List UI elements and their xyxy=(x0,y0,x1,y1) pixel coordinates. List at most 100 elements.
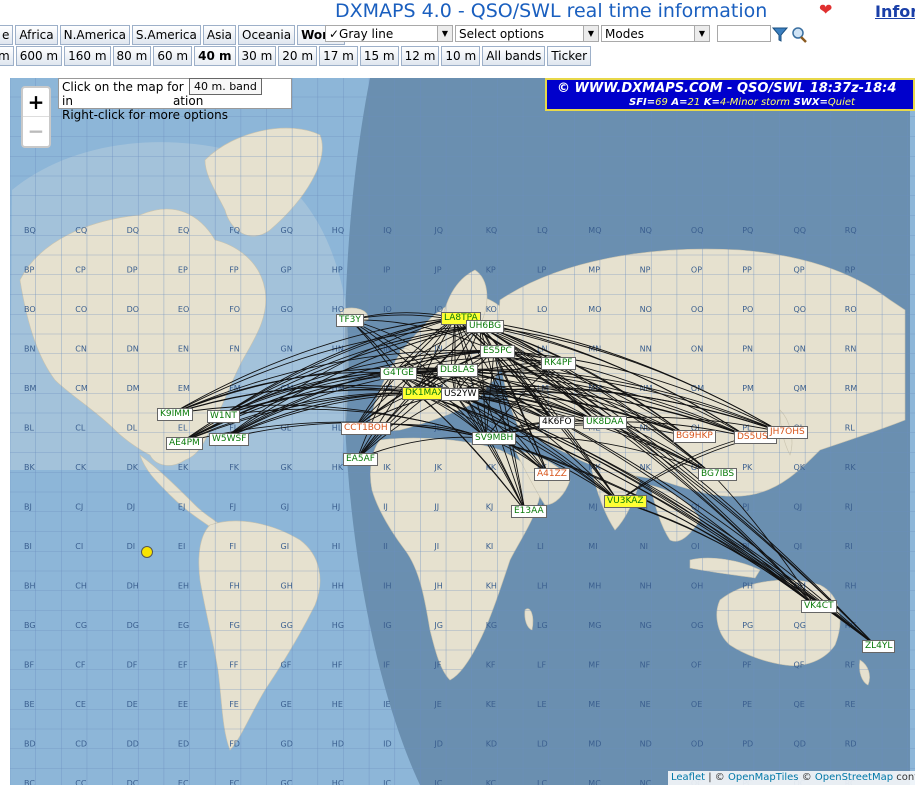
grid-square-label: RL xyxy=(845,424,856,433)
tab-region-south-america[interactable]: S.America xyxy=(131,25,201,45)
station-label[interactable]: A41ZZ xyxy=(534,468,570,481)
tab-band-10m[interactable]: 10 m xyxy=(441,46,481,66)
grid-square-label: IO xyxy=(383,305,392,314)
tab-band-600m[interactable]: 600 m xyxy=(15,46,63,66)
station-label[interactable]: US2YW xyxy=(441,388,480,401)
tab-region-north-america[interactable]: N.America xyxy=(59,25,130,45)
tab-band-15m[interactable]: 15 m xyxy=(359,46,399,66)
tab-band-30m[interactable]: 30 m xyxy=(237,46,277,66)
grid-square-label: QD xyxy=(794,740,806,749)
info-link[interactable]: Infor xyxy=(875,2,915,21)
tab-band-12m[interactable]: 12 m xyxy=(400,46,440,66)
grid-square-label: JJ xyxy=(433,503,439,512)
station-label[interactable]: UH6BG xyxy=(466,320,505,333)
grid-square-label: DF xyxy=(127,661,138,670)
station-label[interactable]: E13AA xyxy=(511,505,547,518)
station-label[interactable]: 4K6FO xyxy=(539,416,575,429)
grid-square-label: HD xyxy=(332,740,344,749)
station-label[interactable]: CCT1BOH xyxy=(341,422,391,435)
grid-square-label: QE xyxy=(794,700,805,709)
callsign-search-input[interactable] xyxy=(717,25,771,42)
station-label[interactable]: AE4PM xyxy=(166,437,203,450)
grid-square-label: JH xyxy=(433,582,442,591)
station-label[interactable]: ZL4YL xyxy=(862,640,896,653)
grid-square-label: BL xyxy=(24,424,34,433)
zoom-in-button[interactable]: + xyxy=(23,88,49,116)
grid-square-label: MC xyxy=(588,779,601,785)
tab-band-20m[interactable]: 20 m xyxy=(278,46,318,66)
station-label[interactable]: RK4PF xyxy=(541,357,576,370)
grid-square-label: OQ xyxy=(691,226,704,235)
grid-square-label: PE xyxy=(742,700,752,709)
station-label[interactable]: BG9HKP xyxy=(673,430,716,443)
grid-square-label: MJ xyxy=(588,503,597,512)
grid-square-label: OE xyxy=(691,700,702,709)
grid-square-label: EK xyxy=(178,463,189,472)
grid-square-label: GF xyxy=(281,661,292,670)
grid-square-label: PJ xyxy=(742,503,749,512)
world-map[interactable]: BQ CQ DQ EQ FQ GQ HQ IQ JQ KQ LQ MQ NQ OQ PQ QQ RQ BP CP DP… xyxy=(10,78,915,785)
k-label: K= xyxy=(700,97,720,108)
tab-region-oceania[interactable]: Oceania xyxy=(238,25,296,45)
grid-square-label: QO xyxy=(794,305,807,314)
station-label[interactable]: VU3KAZ xyxy=(604,495,647,508)
grid-square-label: GJ xyxy=(281,503,290,512)
grid-square-label: KJ xyxy=(486,503,494,512)
grid-square-label: HF xyxy=(332,661,343,670)
tab-band-40m[interactable]: 40 m xyxy=(194,46,236,66)
tab-band-17m[interactable]: 17 m xyxy=(319,46,358,66)
grid-square-label: OO xyxy=(691,305,704,314)
station-label[interactable]: BG7IBS xyxy=(698,468,738,481)
station-label[interactable]: VK4CT xyxy=(801,600,837,613)
grid-square-label: EF xyxy=(178,661,188,670)
grid-square-label: GO xyxy=(281,305,294,314)
tab-region-europe[interactable]: e xyxy=(0,25,14,45)
tab-ticker[interactable]: Ticker xyxy=(547,46,592,66)
tab-band-2200m[interactable]: m xyxy=(0,46,14,66)
osm-link[interactable]: OpenStreetMap xyxy=(815,772,893,783)
grid-square-label: DQ xyxy=(127,226,139,235)
grid-square-label: FJ xyxy=(229,503,236,512)
grid-square-label: GD xyxy=(281,740,293,749)
station-label[interactable]: EA5AF xyxy=(343,453,378,466)
tab-band-all[interactable]: All bands xyxy=(482,46,546,66)
station-label[interactable]: DL8LAS xyxy=(437,364,478,377)
station-label[interactable]: TF3Y xyxy=(336,314,364,327)
tab-region-africa[interactable]: Africa xyxy=(15,25,58,45)
station-label[interactable]: G4TGE xyxy=(380,367,417,380)
grid-square-label: EG xyxy=(178,621,189,630)
tab-band-60m[interactable]: 60 m xyxy=(153,46,193,66)
grid-square-label: PG xyxy=(742,621,753,630)
grid-square-label: RP xyxy=(845,266,856,275)
search-icon[interactable] xyxy=(790,26,808,43)
grid-square-label: RO xyxy=(845,305,857,314)
grayline-select-value: ✓Gray line xyxy=(329,27,394,41)
station-label[interactable]: W5WSF xyxy=(209,433,250,446)
modes-select[interactable]: Modes ▼ xyxy=(601,25,710,42)
station-label[interactable]: UK8DAA xyxy=(583,416,627,429)
zoom-out-button[interactable]: − xyxy=(23,116,49,145)
grid-square-label: BF xyxy=(24,661,34,670)
banner-title: © WWW.DXMAPS.COM - QSO/SWL 18:37z-18:4 xyxy=(557,81,897,96)
grid-square-label: FI xyxy=(229,542,236,551)
grid-square-label: KH xyxy=(486,582,497,591)
station-label[interactable]: W1NT xyxy=(207,410,240,423)
station-label[interactable]: SV9MBH xyxy=(472,432,517,445)
station-label[interactable]: JH7OHS xyxy=(767,426,808,439)
station-label[interactable]: DK1MAX xyxy=(402,387,447,400)
grid-square-label: BK xyxy=(24,463,35,472)
heart-icon[interactable]: ❤ xyxy=(819,0,832,19)
grid-square-label: CG xyxy=(75,621,87,630)
tab-band-160m[interactable]: 160 m xyxy=(64,46,111,66)
station-label[interactable]: K9IMM xyxy=(157,408,193,421)
station-label[interactable]: ES5PC xyxy=(480,345,515,358)
leaflet-link[interactable]: Leaflet xyxy=(671,772,705,783)
options-select[interactable]: Select options ▼ xyxy=(455,25,599,42)
grayline-select[interactable]: ✓Gray line ▼ xyxy=(325,25,453,42)
openmaptiles-link[interactable]: OpenMapTiles xyxy=(728,772,799,783)
filter-icon[interactable] xyxy=(771,26,789,43)
tab-band-80m[interactable]: 80 m xyxy=(112,46,152,66)
tab-region-asia[interactable]: Asia xyxy=(202,25,237,45)
grid-square-label: GN xyxy=(281,345,293,354)
grid-square-label: GG xyxy=(281,621,293,630)
